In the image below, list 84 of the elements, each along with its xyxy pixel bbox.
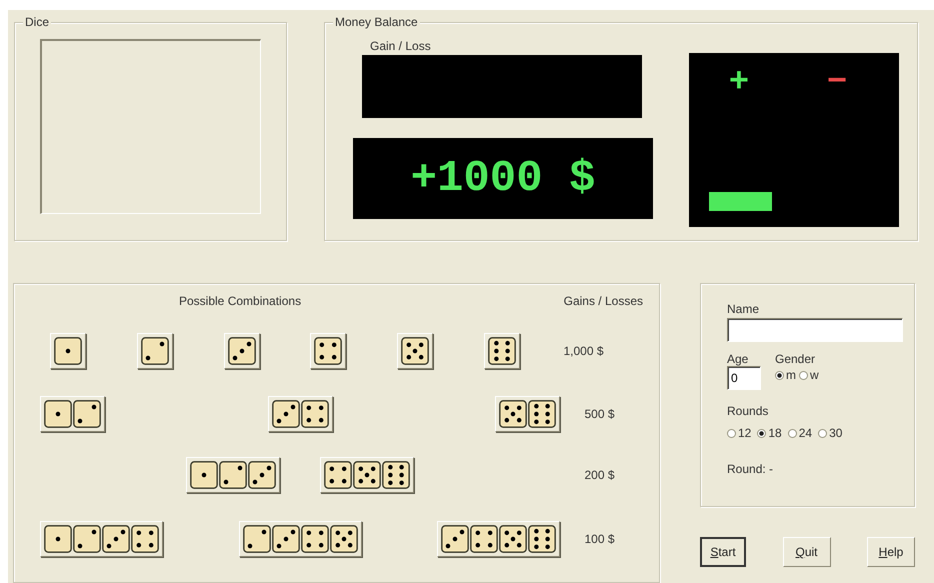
rounds-label: Rounds: [727, 404, 768, 418]
radio-option[interactable]: 24: [788, 426, 812, 440]
radio-option[interactable]: m: [775, 368, 796, 382]
radio-label: w: [810, 368, 819, 382]
die-icon: [131, 525, 159, 553]
die-icon: [242, 525, 270, 553]
age-field[interactable]: 0: [727, 366, 761, 390]
die-icon: [314, 337, 342, 365]
radio-label: 30: [829, 426, 842, 440]
die-icon: [441, 525, 469, 553]
die-icon: [353, 461, 381, 489]
die-icon: [300, 400, 328, 428]
combination-button[interactable]: [50, 333, 86, 369]
radio-label: 12: [738, 426, 752, 440]
combination-button[interactable]: [40, 396, 105, 432]
die-icon: [272, 525, 300, 553]
die-icon: [102, 525, 130, 553]
action-button[interactable]: Help: [867, 537, 915, 567]
payout-amount: 500 $: [583, 407, 616, 421]
combination-button[interactable]: [186, 457, 280, 493]
round-status: Round: -: [727, 462, 774, 476]
radio-icon[interactable]: [799, 370, 808, 380]
combination-button[interactable]: [40, 521, 163, 557]
age-label: Age: [727, 352, 750, 366]
die-icon: [54, 337, 82, 365]
radio-icon[interactable]: [818, 428, 828, 438]
group-title: Money Balance: [333, 15, 420, 29]
radio-option[interactable]: 12: [727, 426, 752, 440]
radio-icon[interactable]: [727, 428, 736, 438]
die-icon: [73, 525, 101, 553]
radio-option[interactable]: 30: [818, 426, 842, 440]
radio-option[interactable]: 18: [757, 426, 782, 440]
radio-option[interactable]: w: [799, 368, 819, 382]
die-icon: [499, 400, 527, 428]
die-icon: [140, 337, 169, 365]
gender-label: Gender: [775, 352, 816, 366]
die-icon: [470, 525, 498, 553]
combination-button[interactable]: [310, 333, 346, 369]
die-icon: [219, 461, 247, 489]
combination-button[interactable]: [437, 521, 560, 557]
group-title: Dice: [23, 15, 52, 29]
gains-losses-heading: Gains / Losses: [564, 294, 643, 308]
combination-button[interactable]: [136, 333, 173, 369]
die-icon: [401, 337, 430, 365]
radio-icon[interactable]: [757, 428, 766, 438]
die-icon: [330, 525, 358, 553]
combination-button[interactable]: [268, 396, 332, 432]
combination-button[interactable]: [238, 521, 362, 557]
die-icon: [382, 461, 410, 489]
die-icon: [248, 461, 276, 489]
die-icon: [300, 525, 328, 553]
die-icon: [44, 400, 72, 428]
name-field[interactable]: [727, 318, 903, 342]
die-icon: [228, 337, 256, 365]
action-button[interactable]: Start: [700, 537, 746, 567]
die-icon: [324, 461, 352, 489]
balance-display: +1000 $: [353, 138, 653, 219]
die-icon: [44, 525, 72, 553]
combinations-heading: Possible Combinations: [179, 294, 302, 308]
die-icon: [528, 400, 556, 428]
combination-button[interactable]: [224, 333, 260, 369]
die-icon: [499, 525, 527, 553]
radio-icon[interactable]: [775, 370, 784, 380]
die-icon: [190, 461, 218, 489]
radio-label: m: [786, 368, 796, 382]
die-icon: [272, 400, 300, 428]
minus-sign: −: [827, 63, 847, 97]
combination-button[interactable]: [484, 333, 520, 369]
action-button[interactable]: Quit: [782, 537, 830, 567]
name-label: Name: [727, 302, 760, 316]
payout-amount: 100 $: [583, 532, 616, 546]
payout-amount: 200 $: [583, 468, 616, 482]
radio-icon[interactable]: [788, 428, 797, 438]
die-icon: [528, 525, 556, 553]
die-icon: [488, 337, 516, 365]
gain-loss-label: Gain / Loss: [370, 39, 431, 53]
combination-button[interactable]: [320, 457, 414, 493]
combination-button[interactable]: [397, 333, 434, 369]
die-icon: [73, 400, 101, 428]
radio-label: 24: [798, 426, 812, 440]
payout-amount: 1,000 $: [562, 344, 605, 358]
radio-label: 18: [768, 426, 782, 440]
combination-button[interactable]: [495, 396, 560, 432]
plus-sign: +: [729, 63, 749, 97]
